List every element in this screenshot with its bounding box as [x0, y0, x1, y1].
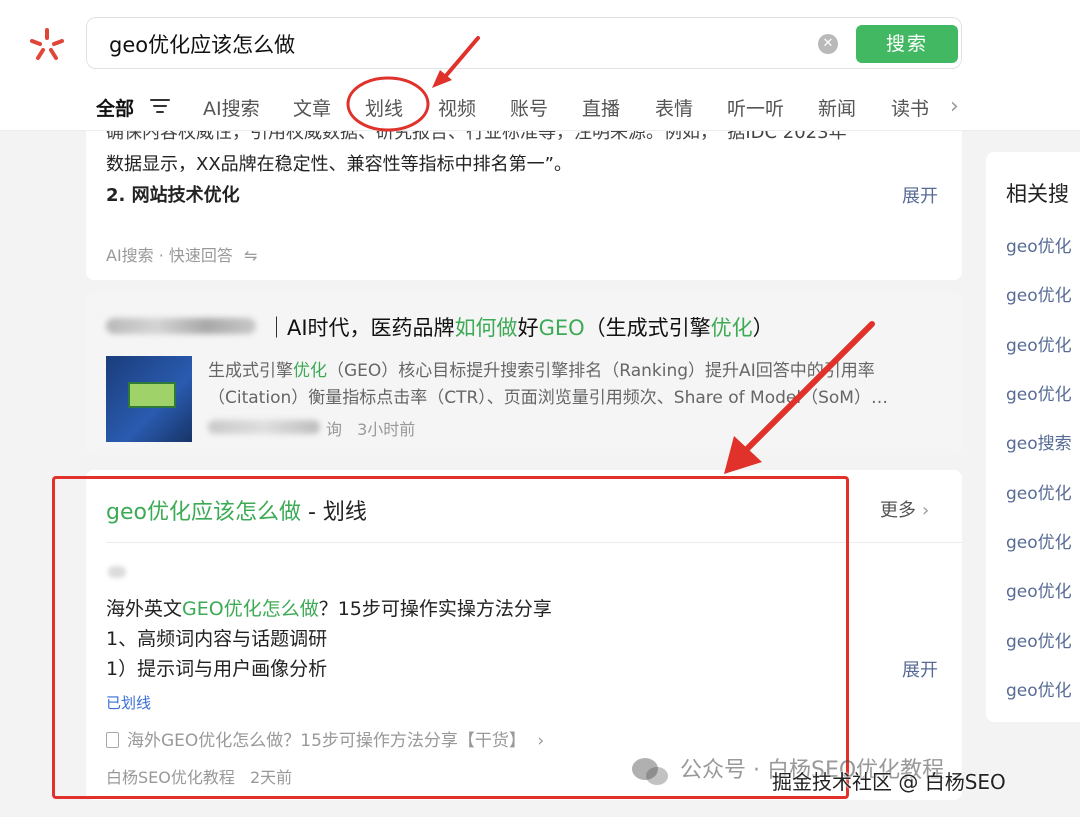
annotation-arrow-line — [741, 321, 875, 455]
wechat-icon — [632, 758, 668, 785]
annotation-circle — [346, 76, 430, 132]
annotation-overlay — [346, 36, 875, 474]
annotation-arrow-line — [442, 36, 480, 80]
watermark-sub: 掘金技术社区 @ 白杨SEO — [772, 770, 1006, 794]
